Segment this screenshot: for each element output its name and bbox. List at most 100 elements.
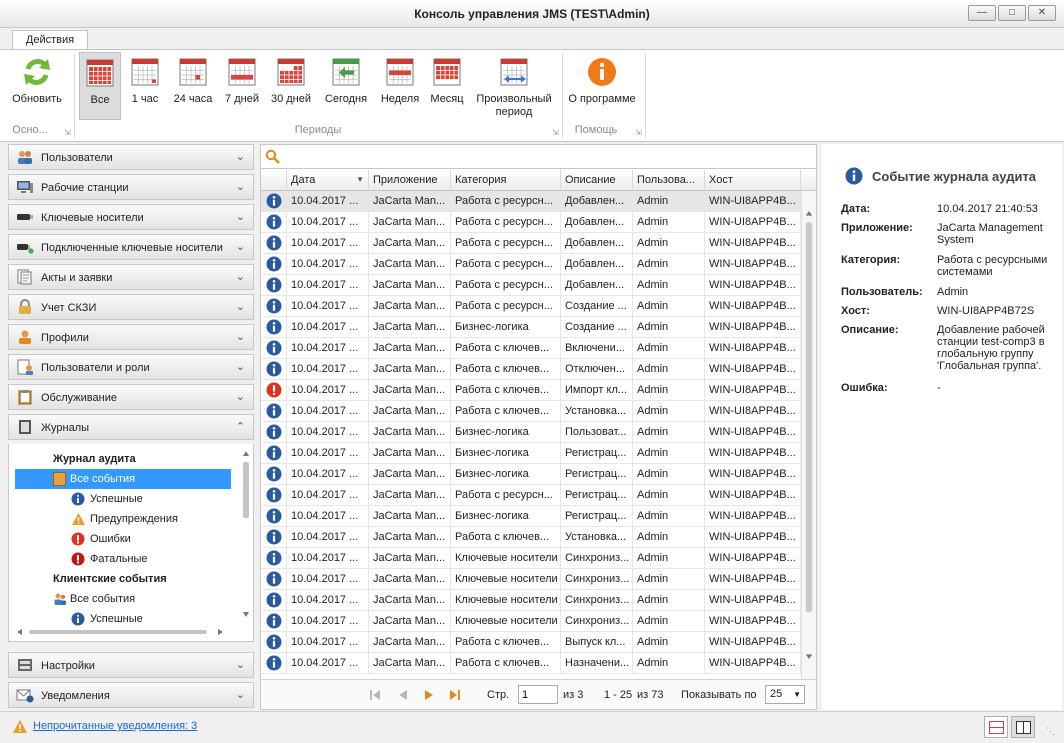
page-size-label: Показывать по <box>681 689 757 701</box>
tree-success[interactable]: Успешные <box>15 489 231 509</box>
detail-label-error: Ошибка: <box>841 382 888 394</box>
table-row[interactable]: 10.04.2017 ... JaCarta Man... Работа с рес… <box>261 254 801 275</box>
nav-item-acts[interactable]: Акты и заявки ⌄ <box>8 264 254 290</box>
tree-client-header[interactable]: Клиентские события <box>15 569 231 589</box>
table-row[interactable]: 10.04.2017 ... JaCarta Man... Работа с рес… <box>261 233 801 254</box>
table-cell-desc: Установка... <box>561 527 633 547</box>
tree-all-events[interactable]: Все события <box>15 469 231 489</box>
table-row[interactable]: 10.04.2017 ... JaCarta Man... Бизнес-логик… <box>261 317 801 338</box>
nav-item-key-tokens[interactable]: Ключевые носители ⌄ <box>8 204 254 230</box>
search-box[interactable] <box>261 145 816 169</box>
group-launcher-icon[interactable]: ⇲ <box>64 128 71 137</box>
nav-item-journals[interactable]: Журналы ⌃ <box>8 414 254 440</box>
group-launcher-icon[interactable]: ⇲ <box>552 128 559 137</box>
table-cell-user: Admin <box>633 233 705 253</box>
period-all-button[interactable]: Все <box>79 52 121 120</box>
resize-grip-icon[interactable]: ⋱ <box>1046 726 1055 737</box>
page-number-input[interactable] <box>518 685 558 704</box>
column-header-category[interactable]: Категория <box>451 170 561 191</box>
column-header-host[interactable]: Хост <box>705 170 801 191</box>
table-row[interactable]: 10.04.2017 ... JaCarta Man... Работа с клю… <box>261 632 801 653</box>
table-row[interactable]: 10.04.2017 ... JaCarta Man... Бизнес-логик… <box>261 464 801 485</box>
tree-errors[interactable]: Ошибки <box>15 529 231 549</box>
title-bar: Консоль управления JMS (TEST\Admin) — □ … <box>0 0 1064 28</box>
table-row[interactable]: 10.04.2017 ... JaCarta Man... Ключевые нос… <box>261 569 801 590</box>
period-month-button[interactable]: Месяц <box>426 52 468 120</box>
column-header-date[interactable]: Дата ▼ <box>287 170 369 191</box>
tree-success-label: Успешные <box>90 493 143 505</box>
tree-client-success[interactable]: Успешные <box>15 609 231 629</box>
table-row[interactable]: 10.04.2017 ... JaCarta Man... Работа с клю… <box>261 527 801 548</box>
period-7d-button[interactable]: 7 дней <box>220 52 264 120</box>
table-cell-desc: Синхрониз... <box>561 611 633 631</box>
nav-item-notifications[interactable]: Уведомления ⌄ <box>8 682 254 708</box>
next-page-icon[interactable] <box>423 689 435 701</box>
period-24h-button[interactable]: 24 часа <box>170 52 216 120</box>
table-row[interactable]: 10.04.2017 ... JaCarta Man... Работа с клю… <box>261 653 801 674</box>
table-row[interactable]: 10.04.2017 ... JaCarta Man... Работа с клю… <box>261 338 801 359</box>
table-row[interactable]: 10.04.2017 ... JaCarta Man... Бизнес-логик… <box>261 443 801 464</box>
tree-vertical-scrollbar[interactable] <box>241 448 251 620</box>
table-row[interactable]: 10.04.2017 ... JaCarta Man... Бизнес-логик… <box>261 506 801 527</box>
table-row[interactable]: 10.04.2017 ... JaCarta Man... Работа с клю… <box>261 401 801 422</box>
table-row[interactable]: 10.04.2017 ... JaCarta Man... Работа с рес… <box>261 212 801 233</box>
table-row[interactable]: 10.04.2017 ... JaCarta Man... Работа с клю… <box>261 380 801 401</box>
last-page-icon[interactable] <box>449 689 461 701</box>
column-header-application[interactable]: Приложение <box>369 170 451 191</box>
table-cell-user: Admin <box>633 275 705 295</box>
about-button[interactable]: О программе <box>566 52 638 120</box>
table-row[interactable]: 10.04.2017 ... JaCarta Man... Работа с рес… <box>261 275 801 296</box>
tree-fatal[interactable]: Фатальные <box>15 549 231 569</box>
table-row[interactable]: 10.04.2017 ... JaCarta Man... Работа с клю… <box>261 359 801 380</box>
nav-item-label: Акты и заявки <box>41 272 113 284</box>
tree-horizontal-scrollbar[interactable] <box>15 627 225 637</box>
first-page-icon[interactable] <box>369 689 381 701</box>
tab-actions[interactable]: Действия <box>12 30 88 51</box>
maximize-button[interactable]: □ <box>998 5 1026 21</box>
info-icon <box>261 275 287 295</box>
unread-notifications-link[interactable]: Непрочитанные уведомления: 3 <box>33 720 197 732</box>
period-custom-button[interactable]: Произвольный период <box>474 52 554 120</box>
refresh-button[interactable]: Обновить <box>6 52 68 120</box>
period-week-label: Неделя <box>380 93 420 105</box>
table-row[interactable]: 10.04.2017 ... JaCarta Man... Ключевые нос… <box>261 548 801 569</box>
tree-warnings[interactable]: Предупреждения <box>15 509 231 529</box>
table-row[interactable]: 10.04.2017 ... JaCarta Man... Ключевые нос… <box>261 590 801 611</box>
column-header-description[interactable]: Описание <box>561 170 633 191</box>
close-button[interactable]: ✕ <box>1028 5 1056 21</box>
nav-item-profiles[interactable]: Профили ⌄ <box>8 324 254 350</box>
nav-item-skzi[interactable]: Учет СКЗИ ⌄ <box>8 294 254 320</box>
period-30d-button[interactable]: 30 дней <box>268 52 314 120</box>
nav-item-users[interactable]: Пользователи ⌄ <box>8 144 254 170</box>
table-row[interactable]: 10.04.2017 ... JaCarta Man... Бизнес-логик… <box>261 422 801 443</box>
tree-audit-header[interactable]: Журнал аудита <box>15 449 231 469</box>
nav-item-connected-tokens[interactable]: Подключенные ключевые носители ⌄ <box>8 234 254 260</box>
table-cell-date: 10.04.2017 ... <box>287 632 369 652</box>
ribbon: Обновить Все 1 час 24 часа 7 дней 30 дне… <box>0 49 1064 142</box>
table-row[interactable]: 10.04.2017 ... JaCarta Man... Работа с рес… <box>261 296 801 317</box>
minimize-button[interactable]: — <box>968 5 996 21</box>
column-header-level[interactable] <box>261 170 287 191</box>
settings-icon <box>18 659 32 671</box>
table-row[interactable]: 10.04.2017 ... JaCarta Man... Ключевые нос… <box>261 611 801 632</box>
calendar-today-icon <box>332 58 360 86</box>
period-today-button[interactable]: Сегодня <box>320 52 372 120</box>
table-row[interactable]: 10.04.2017 ... JaCarta Man... Работа с рес… <box>261 191 801 212</box>
nav-item-workstations[interactable]: Рабочие станции ⌄ <box>8 174 254 200</box>
layout-columns-button[interactable] <box>1011 716 1035 738</box>
column-header-user[interactable]: Пользова... <box>633 170 705 191</box>
group-launcher-icon[interactable]: ⇲ <box>635 128 642 137</box>
calendar-current-month-icon <box>433 58 461 86</box>
page-size-select[interactable]: 25 ▼ <box>765 685 805 704</box>
nav-item-users-roles[interactable]: Пользователи и роли ⌄ <box>8 354 254 380</box>
period-1h-button[interactable]: 1 час <box>125 52 165 120</box>
layout-rows-button[interactable] <box>984 716 1008 738</box>
period-week-button[interactable]: Неделя <box>377 52 423 120</box>
grid-vertical-scrollbar[interactable] <box>801 191 816 679</box>
nav-item-maintenance[interactable]: Обслуживание ⌄ <box>8 384 254 410</box>
previous-page-icon[interactable] <box>397 689 409 701</box>
nav-item-settings[interactable]: Настройки ⌄ <box>8 652 254 678</box>
table-row[interactable]: 10.04.2017 ... JaCarta Man... Работа с рес… <box>261 485 801 506</box>
nav-item-label: Журналы <box>41 422 90 434</box>
tree-client-all-events[interactable]: Все события <box>15 589 231 609</box>
